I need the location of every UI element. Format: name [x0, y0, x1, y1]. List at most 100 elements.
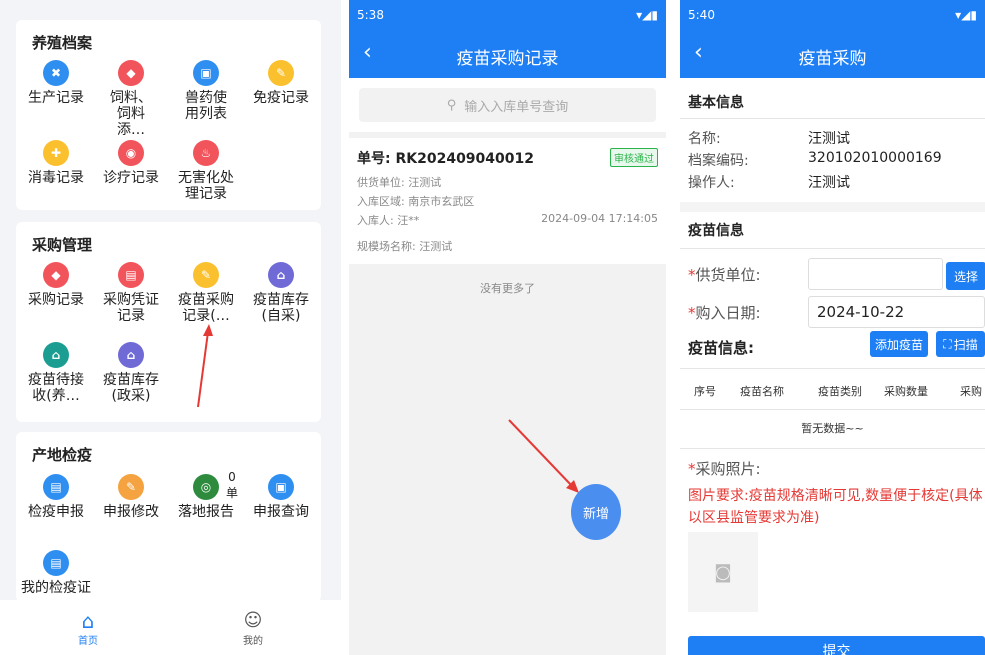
order-number: 单号: RK202409040012	[357, 151, 534, 167]
annotation-arrow	[508, 419, 579, 493]
scan-icon: ⛶	[943, 336, 952, 351]
app-home-screen: 养殖档案 ✖ 生产记录 ◆ 饲料、饲料添… ▣ 兽药使用列表 ✎ 免疫记录 ✚ …	[0, 0, 341, 655]
search-area: ⚲ 输入入库单号查询	[349, 78, 666, 132]
field-label: 档案编码:	[688, 153, 749, 169]
menu-feed-record[interactable]: ◆ 饲料、饲料添…	[96, 60, 166, 138]
field-value: 汪测试	[808, 175, 850, 191]
menu-vaccine-pending[interactable]: ⌂ 疫苗待接收(养…	[21, 342, 91, 404]
tab-mine[interactable]: ☺ 我的	[225, 610, 281, 647]
warehouse-icon: ⌂	[118, 342, 144, 368]
card-breeding-archive: 养殖档案 ✖ 生产记录 ◆ 饲料、饲料添… ▣ 兽药使用列表 ✎ 免疫记录 ✚ …	[16, 20, 321, 210]
field-value: 汪测试	[808, 131, 850, 147]
annotation-arrow	[197, 324, 213, 408]
medicine-icon: ▣	[193, 60, 219, 86]
time-text: 2024-09-04 17:14:05	[541, 212, 658, 225]
section-title: 养殖档案	[32, 34, 93, 52]
menu-harmless-disposal[interactable]: ♨ 无害化处理记录	[171, 140, 241, 202]
menu-vaccine-stock-self[interactable]: ⌂ 疫苗库存(自采)	[246, 262, 316, 324]
supplier-label: *供货单位:	[688, 266, 761, 284]
card-purchase-management: 采购管理 ◆ 采购记录 ▤ 采购凭证记录 ✎ 疫苗采购记录(… ⌂ 疫苗库存(自…	[16, 222, 321, 422]
status-badge: 审核通过	[610, 148, 658, 167]
person-text: 入库人: 汪**	[357, 214, 420, 227]
disinfect-icon: ✚	[43, 140, 69, 166]
inbox-icon: ⌂	[43, 342, 69, 368]
search-doc-icon: ▣	[268, 474, 294, 500]
status-bar: 5:40 ▾◢▮	[688, 8, 977, 22]
tag-icon: ◆	[43, 262, 69, 288]
menu-declare-query[interactable]: ▣ 申报查询	[246, 474, 316, 520]
farm-text: 规模场名称: 汪测试	[357, 240, 453, 253]
status-bar: 5:38 ▾◢▮	[357, 8, 658, 22]
signal-battery-icon: ▾◢▮	[955, 8, 977, 22]
menu-landing-report[interactable]: ◎ 落地报告 0单	[171, 470, 241, 520]
field-label: 名称:	[688, 131, 721, 147]
supplier-text: 供货单位: 汪测试	[357, 176, 442, 189]
camera-icon: ◙	[714, 561, 732, 583]
menu-immunization-record[interactable]: ✎ 免疫记录	[246, 60, 316, 106]
search-input[interactable]: ⚲ 输入入库单号查询	[359, 88, 656, 122]
menu-my-certificate[interactable]: ▤ 我的检疫证	[16, 550, 96, 596]
report-icon: ◎	[193, 474, 219, 500]
menu-declare-modify[interactable]: ✎ 申报修改	[96, 474, 166, 520]
syringe-icon: ✎	[193, 262, 219, 288]
page-title: 疫苗采购记录	[456, 49, 559, 69]
menu-disinfection-record[interactable]: ✚ 消毒记录	[21, 140, 91, 186]
add-button[interactable]: 新增	[571, 484, 621, 540]
nav-bar: 5:38 ▾◢▮ ‹ 疫苗采购记录	[349, 0, 666, 78]
divider	[680, 118, 985, 119]
date-label: *购入日期:	[688, 304, 761, 322]
photo-label: *采购照片:	[688, 460, 761, 478]
submit-button[interactable]: 提交	[688, 636, 985, 655]
feed-icon: ◆	[118, 60, 144, 86]
menu-quarantine-declare[interactable]: ▤ 检疫申报	[21, 474, 91, 520]
section-title: 采购管理	[32, 236, 93, 254]
basic-info-heading: 基本信息	[688, 95, 744, 111]
menu-production-record[interactable]: ✖ 生产记录	[21, 60, 91, 106]
date-input[interactable]: 2024-10-22	[808, 296, 985, 328]
menu-vaccine-purchase-record[interactable]: ✎ 疫苗采购记录(…	[171, 262, 241, 324]
tab-home[interactable]: ⌂ 首页	[60, 610, 116, 647]
user-icon: ☺	[243, 610, 263, 631]
supplier-input[interactable]	[808, 258, 943, 290]
count-badge: 0单	[225, 470, 238, 500]
flame-icon: ♨	[193, 140, 219, 166]
menu-purchase-voucher[interactable]: ▤ 采购凭证记录	[96, 262, 166, 324]
photo-upload[interactable]: ◙	[688, 532, 758, 612]
section-gap	[680, 202, 985, 212]
field-value: 320102010000169	[808, 150, 942, 166]
select-button[interactable]: 选择	[946, 262, 985, 290]
menu-vaccine-stock-gov[interactable]: ⌂ 疫苗库存(政采)	[96, 342, 166, 404]
field-label: 操作人:	[688, 175, 735, 191]
syringe-icon: ✎	[268, 60, 294, 86]
divider	[680, 448, 985, 449]
vaccine-list-label: 疫苗信息:	[688, 339, 754, 357]
nav-bar: 5:40 ▾◢▮ ‹ 疫苗采购	[680, 0, 985, 78]
divider	[680, 248, 985, 249]
menu-vet-drug-list[interactable]: ▣ 兽药使用列表	[171, 60, 241, 122]
vaccine-info-heading: 疫苗信息	[688, 223, 744, 239]
page-title: 疫苗采购	[798, 49, 867, 69]
form-icon: ▤	[43, 474, 69, 500]
section-title: 产地检疫	[32, 446, 93, 464]
no-more-text: 没有更多了	[480, 282, 535, 295]
record-card[interactable]: 单号: RK202409040012 审核通过 供货单位: 汪测试 入库区域: …	[349, 138, 666, 264]
area-text: 入库区域: 南京市玄武区	[357, 195, 475, 208]
photo-requirement: 图片要求:疫苗规格清晰可见,数量便于核定(具体以区县监管要求为准)	[688, 488, 983, 526]
home-icon: ⌂	[81, 609, 95, 633]
stethoscope-icon: ◉	[118, 140, 144, 166]
vaccine-purchase-list-screen: 5:38 ▾◢▮ ‹ 疫苗采购记录 ⚲ 输入入库单号查询 单号: RK20240…	[349, 0, 666, 655]
menu-purchase-record[interactable]: ◆ 采购记录	[21, 262, 91, 308]
search-icon: ⚲	[446, 97, 457, 113]
pencil-icon: ✎	[118, 474, 144, 500]
card-origin-quarantine: 产地检疫 ▤ 检疫申报 ✎ 申报修改 ◎ 落地报告 0单 ▣ 申报查询 ▤ 我的…	[16, 432, 321, 602]
menu-treatment-record[interactable]: ◉ 诊疗记录	[96, 140, 166, 186]
wrench-icon: ✖	[43, 60, 69, 86]
vaccine-purchase-form-screen: 5:40 ▾◢▮ ‹ 疫苗采购 基本信息 名称: 汪测试 档案编码: 32010…	[680, 0, 985, 655]
empty-table-text: 暂无数据~~	[801, 422, 864, 435]
signal-battery-icon: ▾◢▮	[636, 8, 658, 22]
certificate-icon: ▤	[43, 550, 69, 576]
add-vaccine-button[interactable]: 添加疫苗	[870, 331, 928, 357]
scan-button[interactable]: ⛶ 扫描	[936, 331, 985, 357]
warehouse-icon: ⌂	[268, 262, 294, 288]
bottom-tab-bar: ⌂ 首页 ☺ 我的	[0, 600, 341, 655]
